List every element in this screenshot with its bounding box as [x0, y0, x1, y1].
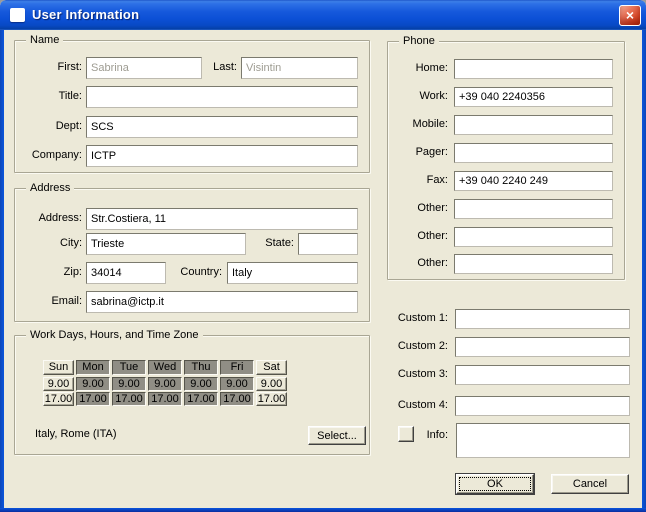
window-title: User Information [32, 7, 139, 22]
mobile-phone-input[interactable] [454, 115, 613, 135]
work-phone-label: Work: [392, 90, 448, 102]
other2-phone-label: Other: [392, 230, 448, 242]
mobile-phone-label: Mobile: [392, 118, 448, 130]
info-label: Info: [392, 429, 448, 441]
home-phone-label: Home: [392, 62, 448, 74]
email-input[interactable] [86, 291, 358, 313]
window-border-right [642, 30, 646, 512]
pager-phone-input[interactable] [454, 143, 613, 163]
workday-end-row: 17.00 17.00 17.00 17.00 17.00 17.00 17.0… [43, 392, 287, 406]
address-input[interactable] [86, 208, 358, 230]
end-time-tue-button[interactable]: 17.00 [112, 392, 146, 406]
custom4-input[interactable] [455, 396, 630, 416]
ok-button[interactable]: OK [456, 474, 534, 494]
start-time-fri-button[interactable]: 9.00 [220, 377, 254, 391]
other3-phone-label: Other: [392, 257, 448, 269]
company-input[interactable] [86, 145, 358, 167]
fax-phone-label: Fax: [392, 174, 448, 186]
pager-phone-label: Pager: [392, 146, 448, 158]
state-input[interactable] [298, 233, 358, 255]
last-name-input[interactable] [241, 57, 358, 79]
dept-label: Dept: [14, 120, 82, 132]
first-name-input[interactable] [86, 57, 202, 79]
fax-phone-input[interactable] [454, 171, 613, 191]
work-phone-input[interactable] [454, 87, 613, 107]
name-section-legend: Name [26, 34, 63, 46]
start-time-tue-button[interactable]: 9.00 [112, 377, 146, 391]
timezone-label: Italy, Rome (ITA) [35, 428, 117, 440]
start-time-sat-button[interactable]: 9.00 [256, 377, 287, 391]
other3-phone-input[interactable] [454, 254, 613, 274]
custom4-label: Custom 4: [388, 399, 448, 411]
title-label: Title: [14, 90, 82, 102]
custom3-input[interactable] [455, 365, 630, 385]
custom3-label: Custom 3: [388, 368, 448, 380]
workday-tue-button[interactable]: Tue [112, 360, 146, 375]
custom2-input[interactable] [455, 337, 630, 357]
home-phone-input[interactable] [454, 59, 613, 79]
workday-thu-button[interactable]: Thu [184, 360, 218, 375]
custom1-label: Custom 1: [388, 312, 448, 324]
end-time-thu-button[interactable]: 17.00 [184, 392, 218, 406]
app-icon [10, 8, 25, 22]
workday-day-row: Sun Mon Tue Wed Thu Fri Sat [43, 360, 287, 375]
address-label: Address: [14, 212, 82, 224]
state-label: State: [250, 237, 294, 249]
select-timezone-button[interactable]: Select... [308, 426, 366, 445]
country-label: Country: [166, 266, 222, 278]
end-time-wed-button[interactable]: 17.00 [148, 392, 182, 406]
country-input[interactable] [227, 262, 358, 284]
custom2-label: Custom 2: [388, 340, 448, 352]
end-time-sun-button[interactable]: 17.00 [43, 392, 74, 406]
workday-wed-button[interactable]: Wed [148, 360, 182, 375]
titlebar[interactable]: User Information × [0, 0, 646, 30]
last-name-label: Last: [203, 61, 237, 73]
email-label: Email: [14, 295, 82, 307]
company-label: Company: [14, 149, 82, 161]
workday-mon-button[interactable]: Mon [76, 360, 110, 375]
end-time-mon-button[interactable]: 17.00 [76, 392, 110, 406]
close-button[interactable]: × [619, 5, 641, 26]
workday-fri-button[interactable]: Fri [220, 360, 254, 375]
address-section-legend: Address [26, 182, 74, 194]
workdays-section-legend: Work Days, Hours, and Time Zone [26, 329, 203, 341]
start-time-wed-button[interactable]: 9.00 [148, 377, 182, 391]
window-border-left [0, 30, 4, 512]
other2-phone-input[interactable] [454, 227, 613, 247]
other1-phone-label: Other: [392, 202, 448, 214]
workday-sat-button[interactable]: Sat [256, 360, 287, 375]
end-time-sat-button[interactable]: 17.00 [256, 392, 287, 406]
start-time-mon-button[interactable]: 9.00 [76, 377, 110, 391]
workday-start-row: 9.00 9.00 9.00 9.00 9.00 9.00 9.00 [43, 377, 287, 391]
dept-input[interactable] [86, 116, 358, 138]
city-input[interactable] [86, 233, 246, 255]
info-textarea[interactable] [456, 423, 630, 458]
dialog-window: User Information × Name First: Last: Tit… [0, 0, 646, 512]
city-label: City: [14, 237, 82, 249]
workday-sun-button[interactable]: Sun [43, 360, 74, 375]
zip-input[interactable] [86, 262, 166, 284]
other1-phone-input[interactable] [454, 199, 613, 219]
end-time-fri-button[interactable]: 17.00 [220, 392, 254, 406]
start-time-sun-button[interactable]: 9.00 [43, 377, 74, 391]
start-time-thu-button[interactable]: 9.00 [184, 377, 218, 391]
phone-section-legend: Phone [399, 35, 439, 47]
window-border-bottom [0, 508, 646, 512]
custom1-input[interactable] [455, 309, 630, 329]
zip-label: Zip: [14, 266, 82, 278]
first-name-label: First: [14, 61, 82, 73]
cancel-button[interactable]: Cancel [551, 474, 629, 494]
title-input[interactable] [86, 86, 358, 108]
